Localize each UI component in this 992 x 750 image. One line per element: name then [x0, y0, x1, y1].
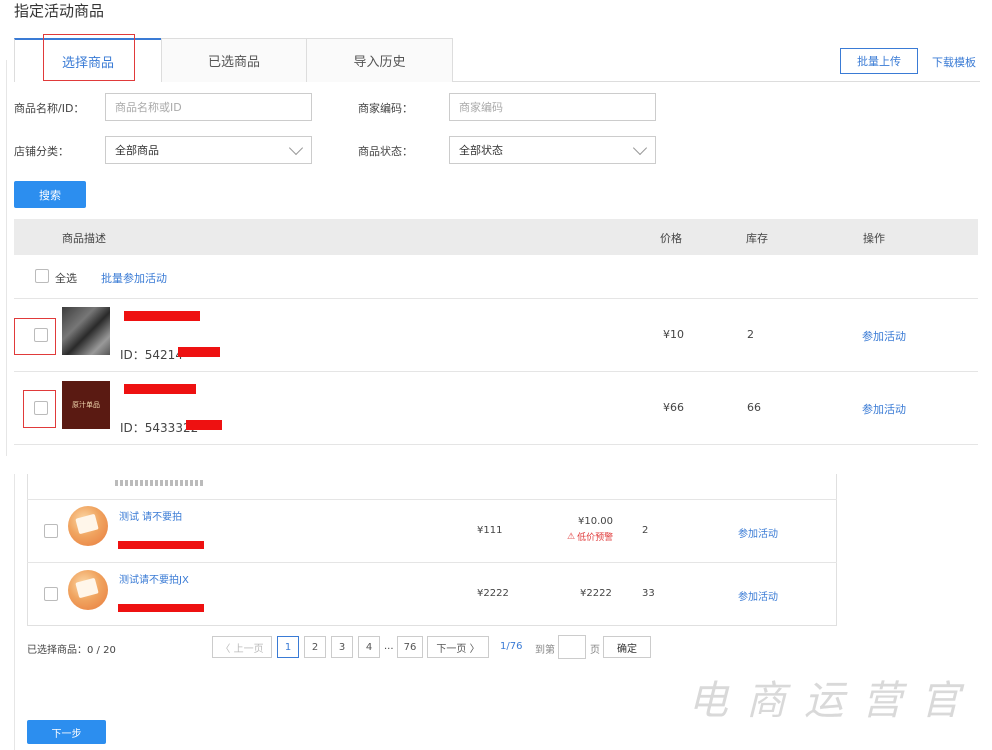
- row-price: ¥66: [663, 401, 684, 414]
- low-price-warning: ⚠ 低价预警: [567, 530, 614, 544]
- join-activity-link[interactable]: 参加活动: [862, 328, 906, 344]
- select-all-label: 全选: [55, 272, 77, 285]
- product-name-link[interactable]: 测试请不要拍JX: [119, 571, 189, 586]
- watermark: 电商运营官: [688, 678, 978, 724]
- search-button[interactable]: 搜索: [14, 181, 86, 208]
- page-1-button[interactable]: 1: [277, 636, 299, 658]
- next-step-button[interactable]: 下一步: [27, 720, 106, 744]
- page-3-button[interactable]: 3: [331, 636, 353, 658]
- row-stock: 66: [747, 401, 761, 414]
- tab-label: 已选商品: [207, 55, 260, 70]
- join-activity-link[interactable]: 参加活动: [738, 525, 778, 540]
- product-name-input[interactable]: 商品名称或ID: [105, 93, 312, 121]
- page-title: 指定活动商品: [14, 2, 105, 20]
- row-divider: [14, 444, 978, 445]
- product-status-label: 商品状态：: [358, 145, 413, 158]
- promo-price: ¥2222: [580, 588, 612, 599]
- redacted-product-name: [124, 311, 200, 321]
- chevron-down-icon: [632, 140, 648, 156]
- product-name-label: 商品名称/ID：: [14, 102, 85, 115]
- header-price: 价格: [660, 232, 682, 245]
- product-thumbnail: [62, 307, 110, 355]
- merchant-code-input[interactable]: 商家编码: [449, 93, 656, 121]
- page-indicator: 1/76: [500, 641, 523, 652]
- table-header: 商品描述 价格 库存 操作: [14, 219, 978, 255]
- promo-price: ¥10.00: [578, 516, 613, 527]
- highlight-box: [23, 390, 56, 428]
- page-76-button[interactable]: 76: [397, 636, 423, 658]
- batch-upload-button[interactable]: 批量上传: [840, 48, 918, 74]
- screenshot-separator: [0, 456, 992, 474]
- confirm-page-button[interactable]: 确定: [603, 636, 651, 658]
- row-price: ¥111: [477, 525, 503, 536]
- row-checkbox[interactable]: [44, 587, 58, 601]
- product-status-value: 全部状态: [459, 144, 503, 157]
- page-ellipsis: ...: [384, 641, 394, 652]
- left-edge-line: [6, 60, 7, 456]
- avatar-card: [75, 513, 99, 535]
- avatar-card: [75, 577, 99, 599]
- store-category-label: 店铺分类：: [14, 145, 69, 158]
- row-price: ¥10: [663, 328, 684, 341]
- tab-import-history[interactable]: 导入历史: [306, 38, 453, 82]
- chevron-down-icon: [288, 140, 304, 156]
- prev-page-button[interactable]: 〈 上一页: [212, 636, 272, 658]
- tab-selected-products[interactable]: 已选商品: [161, 38, 307, 82]
- page-4-button[interactable]: 4: [358, 636, 380, 658]
- join-activity-link[interactable]: 参加活动: [738, 588, 778, 603]
- redacted-id: [178, 347, 220, 357]
- product-thumbnail: 原汁单品: [62, 381, 110, 429]
- row-stock: 2: [747, 328, 754, 341]
- join-activity-link[interactable]: 参加活动: [862, 401, 906, 417]
- thumbnail-text: 原汁单品: [72, 401, 100, 409]
- tab-label: 导入历史: [353, 55, 406, 70]
- row-price: ¥2222: [477, 588, 509, 599]
- warning-label: 低价预警: [577, 533, 614, 543]
- page-unit-label: 页: [590, 645, 600, 656]
- store-category-select[interactable]: 全部商品: [105, 136, 312, 164]
- selected-count: 已选择商品：0 / 20: [27, 645, 116, 656]
- next-page-button[interactable]: 下一页 〉: [427, 636, 489, 658]
- row-stock: 2: [642, 525, 649, 536]
- goto-page-input[interactable]: [558, 635, 586, 659]
- warning-icon: ⚠: [567, 531, 576, 542]
- cropped-text-fragment: [115, 480, 205, 486]
- highlight-box: [14, 318, 56, 355]
- download-template-link[interactable]: 下载模板: [932, 54, 976, 70]
- product-avatar: [68, 570, 108, 610]
- header-stock: 库存: [746, 232, 768, 245]
- batch-join-link[interactable]: 批量参加活动: [101, 270, 167, 286]
- merchant-code-label: 商家编码：: [358, 102, 413, 115]
- product-name-link[interactable]: 测试 请不要拍: [119, 508, 182, 523]
- row-stock: 33: [642, 588, 655, 599]
- redacted-id: [118, 541, 204, 549]
- row-checkbox[interactable]: [44, 524, 58, 538]
- redacted-id: [118, 604, 204, 612]
- left-edge-line: [14, 474, 15, 750]
- page-2-button[interactable]: 2: [304, 636, 326, 658]
- highlight-box: [43, 34, 135, 81]
- redacted-product-name: [124, 384, 196, 394]
- store-category-value: 全部商品: [115, 144, 159, 157]
- redacted-id: [186, 420, 222, 430]
- goto-label: 到第: [535, 645, 555, 656]
- product-id: ID：54214: [120, 348, 183, 362]
- product-status-select[interactable]: 全部状态: [449, 136, 656, 164]
- header-action: 操作: [863, 232, 885, 245]
- product-avatar: [68, 506, 108, 546]
- select-all-checkbox[interactable]: [35, 269, 49, 283]
- header-desc: 商品描述: [62, 232, 106, 245]
